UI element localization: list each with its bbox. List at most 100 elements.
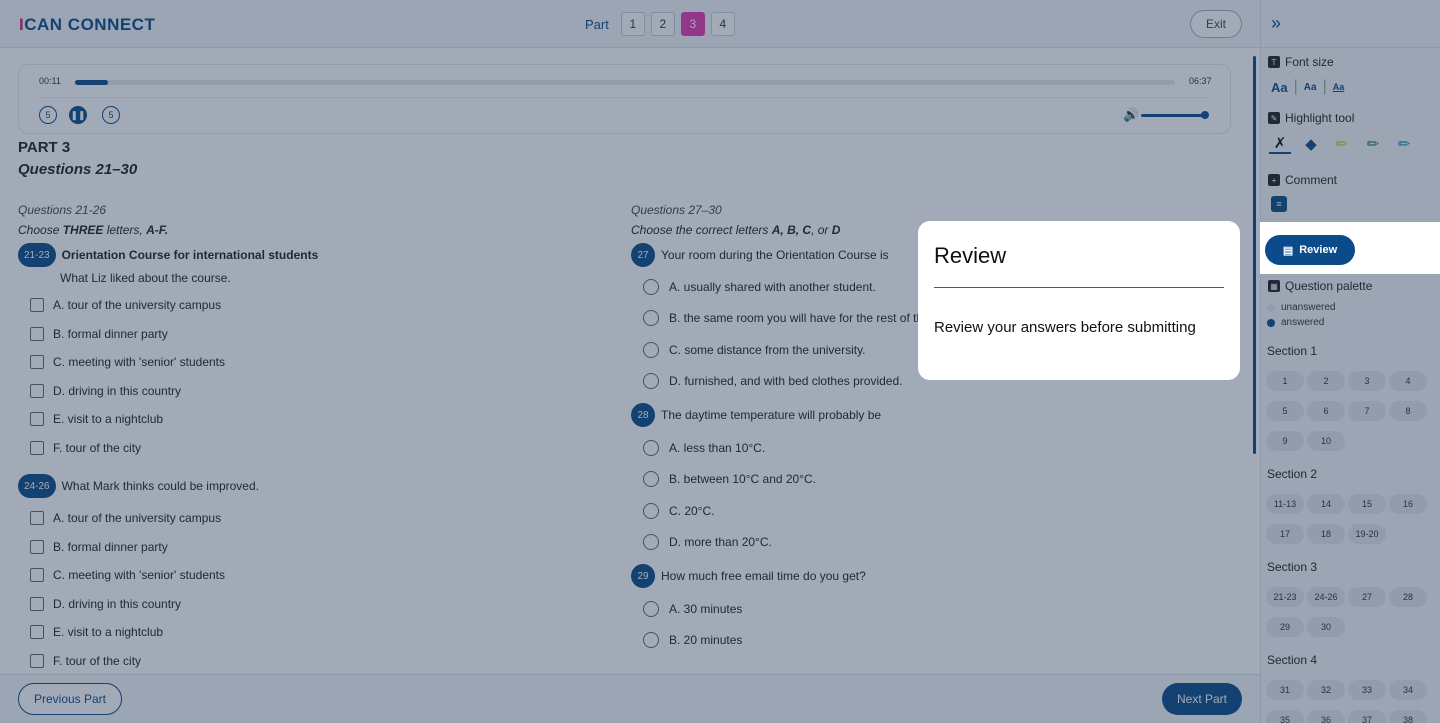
palette-item[interactable]: 9 (1266, 431, 1304, 451)
radio[interactable] (643, 310, 659, 327)
checkbox-option[interactable]: E. visit to a nightclub (30, 618, 598, 647)
palette-item[interactable]: 18 (1307, 524, 1345, 544)
radio-option[interactable]: A. usually shared with another student. (643, 271, 931, 303)
yellow-marker-icon[interactable]: ✏ (1331, 135, 1353, 153)
palette-item[interactable]: 24-26 (1307, 587, 1345, 607)
progress-track[interactable] (75, 80, 1175, 85)
checkbox-option[interactable]: E. visit to a nightclub (30, 405, 598, 434)
palette-item[interactable]: 7 (1348, 401, 1386, 421)
radio[interactable] (643, 373, 659, 390)
radio-option[interactable]: C. some distance from the university. (643, 334, 931, 366)
review-button-highlighted[interactable]: ▤ Review (1265, 235, 1355, 265)
collapse-icon[interactable]: » (1271, 13, 1281, 34)
font-size-small[interactable]: Aa (1333, 82, 1345, 92)
green-marker-icon[interactable]: ✏ (1362, 135, 1384, 153)
forward-5-icon[interactable]: 5 (102, 106, 120, 124)
radio-option[interactable]: D. more than 20°C. (643, 527, 931, 559)
palette-item[interactable]: 38 (1389, 710, 1427, 723)
checkbox-option[interactable]: F. tour of the city (30, 434, 598, 463)
palette-item[interactable]: 34 (1389, 680, 1427, 700)
radio[interactable] (643, 600, 659, 617)
no-highlight-icon[interactable]: ✗ (1269, 134, 1291, 154)
checkbox[interactable] (30, 440, 44, 455)
palette-item[interactable]: 11-13 (1266, 494, 1304, 514)
palette-item[interactable]: 30 (1307, 617, 1345, 637)
palette-item[interactable]: 4 (1389, 371, 1427, 391)
radio[interactable] (643, 502, 659, 519)
palette-item[interactable]: 35 (1266, 710, 1304, 723)
palette-item[interactable]: 37 (1348, 710, 1386, 723)
checkbox-option[interactable]: A. tour of the university campus (30, 291, 598, 320)
checkbox-option[interactable]: B. formal dinner party (30, 533, 598, 562)
palette-item[interactable]: 29 (1266, 617, 1304, 637)
radio[interactable] (643, 471, 659, 488)
radio[interactable] (643, 278, 659, 295)
palette-item[interactable]: 15 (1348, 494, 1386, 514)
part-2-button[interactable]: 2 (650, 12, 675, 36)
radio-option[interactable]: B. the same room you will have for the r… (643, 303, 931, 335)
volume-slider[interactable] (1141, 114, 1205, 117)
palette-item[interactable]: 27 (1348, 587, 1386, 607)
checkbox-option[interactable]: D. driving in this country (30, 590, 598, 619)
font-size-medium[interactable]: Aa (1304, 82, 1317, 93)
checkbox[interactable] (30, 412, 44, 427)
checkbox-option[interactable]: D. driving in this country (30, 377, 598, 406)
part-1-button[interactable]: 1 (620, 12, 645, 36)
checkbox[interactable] (30, 539, 44, 554)
checkbox-option[interactable]: F. tour of the city (30, 647, 598, 676)
palette-item[interactable]: 21-23 (1266, 587, 1304, 607)
palette-item[interactable]: 10 (1307, 431, 1345, 451)
next-part-button[interactable]: Next Part (1162, 683, 1242, 715)
part-3-button[interactable]: 3 (680, 12, 705, 36)
palette-item[interactable]: 28 (1389, 587, 1427, 607)
palette-item[interactable]: 32 (1307, 680, 1345, 700)
rewind-5-icon[interactable]: 5 (39, 106, 57, 124)
palette-item[interactable]: 3 (1348, 371, 1386, 391)
checkbox[interactable] (30, 326, 44, 341)
volume-icon[interactable]: 🔊 (1123, 107, 1139, 123)
radio-option[interactable]: D. furnished, and with bed clothes provi… (643, 366, 931, 398)
radio[interactable] (643, 632, 659, 649)
palette-item[interactable]: 16 (1389, 494, 1427, 514)
scrollbar[interactable] (1253, 56, 1256, 454)
font-size-large[interactable]: Aa (1271, 80, 1288, 95)
checkbox[interactable] (30, 568, 44, 583)
checkbox[interactable] (30, 625, 44, 640)
checkbox[interactable] (30, 511, 44, 526)
pause-icon[interactable]: ❚❚ (69, 106, 87, 124)
palette-item[interactable]: 19-20 (1348, 524, 1386, 544)
palette-item[interactable]: 33 (1348, 680, 1386, 700)
radio[interactable] (643, 534, 659, 551)
radio-option[interactable]: A. less than 10°C. (643, 432, 931, 464)
radio[interactable] (643, 439, 659, 456)
volume-knob[interactable] (1201, 111, 1209, 119)
eraser-icon[interactable]: ◆ (1300, 135, 1322, 153)
palette-item[interactable]: 5 (1266, 401, 1304, 421)
palette-item[interactable]: 8 (1389, 401, 1427, 421)
palette-item[interactable]: 6 (1307, 401, 1345, 421)
exit-button[interactable]: Exit (1190, 10, 1242, 38)
checkbox-option[interactable]: B. formal dinner party (30, 320, 598, 349)
checkbox[interactable] (30, 653, 44, 668)
palette-item[interactable]: 17 (1266, 524, 1304, 544)
radio-option[interactable]: B. between 10°C and 20°C. (643, 464, 931, 496)
part-4-button[interactable]: 4 (710, 12, 735, 36)
palette-item[interactable]: 31 (1266, 680, 1304, 700)
radio-option[interactable]: B. 20 minutes (643, 625, 931, 657)
checkbox-option[interactable]: C. meeting with 'senior' students (30, 348, 598, 377)
radio-option[interactable]: C. 20°C. (643, 495, 931, 527)
comment-icon[interactable]: ≡ (1271, 196, 1287, 212)
previous-part-button[interactable]: Previous Part (18, 683, 122, 715)
blue-marker-icon[interactable]: ✏ (1393, 135, 1415, 153)
checkbox-option[interactable]: C. meeting with 'senior' students (30, 561, 598, 590)
checkbox[interactable] (30, 383, 44, 398)
palette-item[interactable]: 14 (1307, 494, 1345, 514)
checkbox-option[interactable]: A. tour of the university campus (30, 504, 598, 533)
radio[interactable] (643, 341, 659, 358)
palette-item[interactable]: 1 (1266, 371, 1304, 391)
checkbox[interactable] (30, 596, 44, 611)
palette-item[interactable]: 2 (1307, 371, 1345, 391)
radio-option[interactable]: A. 30 minutes (643, 593, 931, 625)
checkbox[interactable] (30, 355, 44, 370)
checkbox[interactable] (30, 298, 44, 313)
